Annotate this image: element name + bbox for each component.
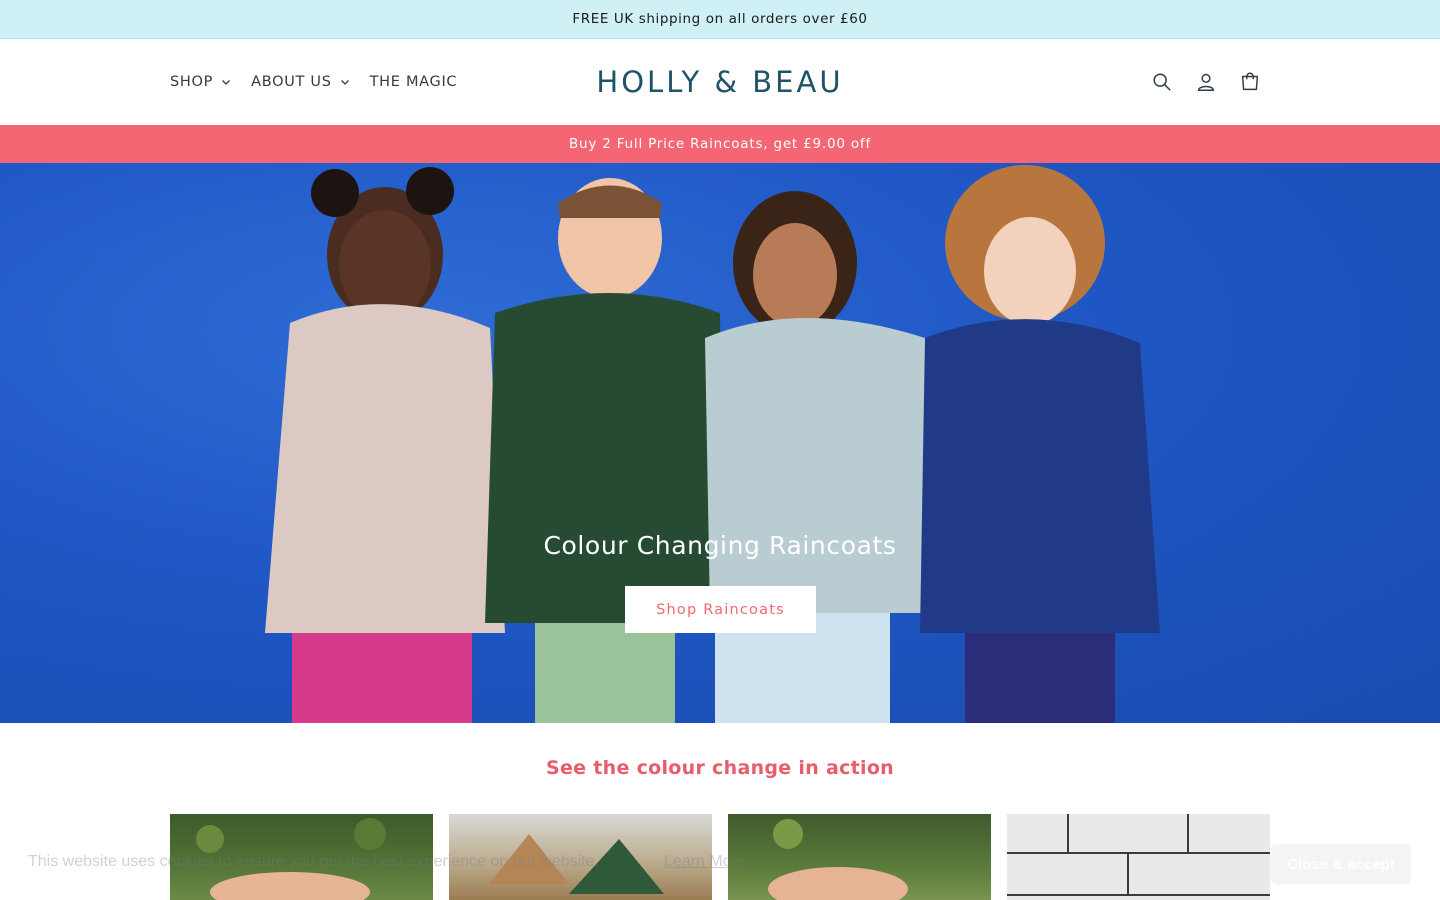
nav-item-label: ABOUT US (251, 74, 332, 90)
nav-item-label: THE MAGIC (369, 74, 458, 90)
promo-bar[interactable]: Buy 2 Full Price Raincoats, get £9.00 of… (0, 125, 1440, 163)
main-nav: SHOP ABOUT US THE MAGIC (170, 39, 477, 125)
search-icon[interactable] (1150, 70, 1174, 94)
announcement-bar: FREE UK shipping on all orders over £60 (0, 0, 1440, 39)
nav-item-shop[interactable]: SHOP (170, 74, 231, 90)
nav-item-about-us[interactable]: ABOUT US (251, 74, 350, 90)
promo-text: Buy 2 Full Price Raincoats, get £9.00 of… (568, 136, 872, 152)
announcement-text: FREE UK shipping on all orders over £60 (572, 11, 868, 27)
chevron-down-icon (221, 77, 231, 87)
child-figure (920, 165, 1160, 723)
section-title: See the colour change in action (545, 757, 895, 779)
hero-banner: Colour Changing Raincoats Shop Raincoats (0, 163, 1440, 723)
cookie-message: This website uses cookies to ensure you … (28, 853, 599, 870)
child-figure (265, 167, 505, 723)
account-icon[interactable] (1194, 70, 1218, 94)
nav-item-label: SHOP (170, 74, 214, 90)
nav-item-the-magic[interactable]: THE MAGIC (370, 74, 458, 90)
hero-image (265, 165, 1160, 723)
header-icons (1150, 39, 1262, 125)
site-logo[interactable]: HOLLY & BEAU (595, 59, 845, 105)
site-header: SHOP ABOUT US THE MAGIC HOLLY & BEAU (0, 39, 1440, 125)
cart-icon[interactable] (1238, 70, 1262, 94)
chevron-down-icon (340, 77, 350, 87)
shop-raincoats-button[interactable]: Shop Raincoats (625, 586, 816, 633)
hero-title: Colour Changing Raincoats (543, 531, 897, 560)
child-figure (705, 191, 935, 723)
cookie-accept-button[interactable]: Close & accept (1271, 844, 1411, 884)
cookie-learn-more-link[interactable]: Learn More (664, 853, 746, 871)
child-figure (485, 178, 725, 723)
